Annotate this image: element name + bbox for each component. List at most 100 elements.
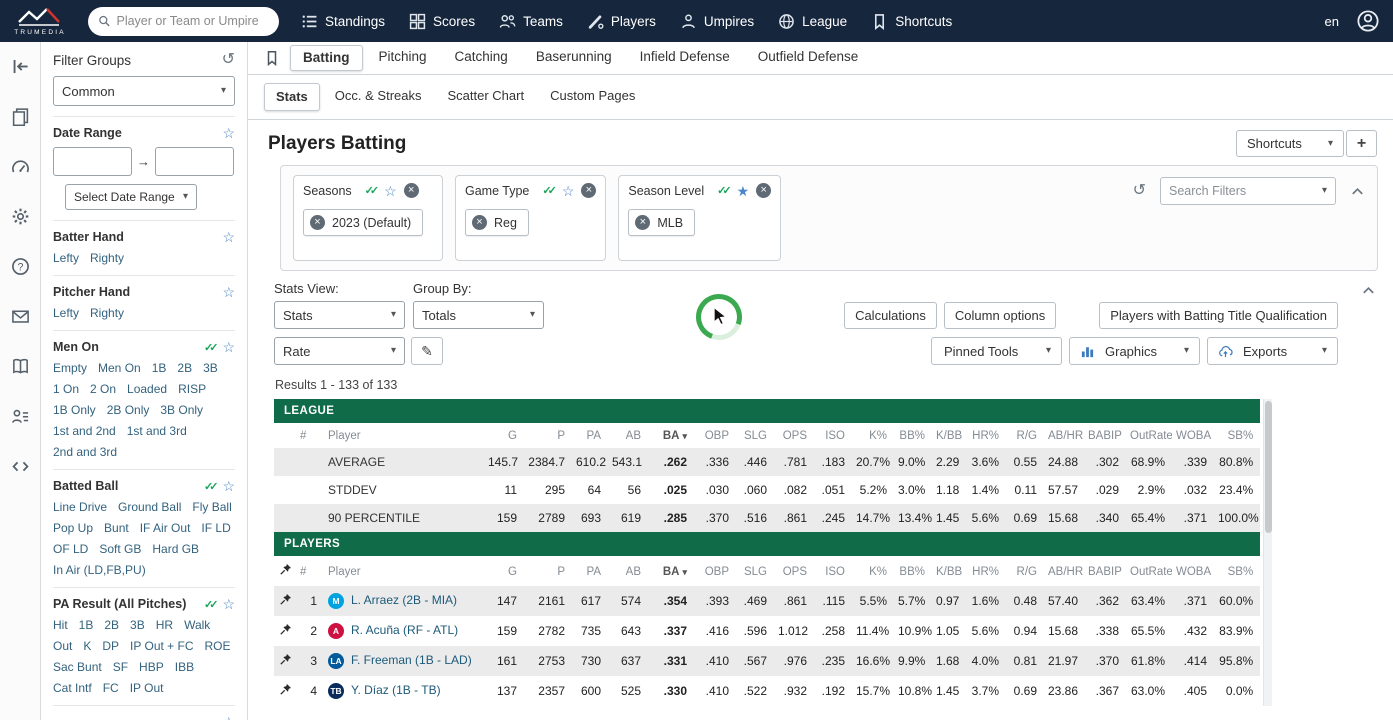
column-header-k[interactable]: K% [852,423,894,448]
subtab-custom-pages[interactable]: Custom Pages [539,83,646,111]
filter-option-righty[interactable]: Righty [90,251,124,265]
filter-option-hbp[interactable]: HBP [139,660,164,674]
graphics-button[interactable]: Graphics ▾ [1069,337,1200,365]
pin-icon[interactable] [279,683,292,696]
pinned-tools-button[interactable]: Pinned Tools ▾ [931,337,1062,365]
select-all-icon[interactable]: ✓✓ [542,184,557,197]
column-header-ab-hr[interactable]: AB/HR [1044,556,1084,586]
nav-item-league[interactable]: League [778,13,847,30]
group-by-select[interactable]: Totals ▾ [413,301,544,329]
filters-history-icon[interactable]: ↺ [1133,183,1146,199]
select-all-icon[interactable]: ✓✓ [204,480,222,493]
nav-item-scores[interactable]: Scores [409,13,475,30]
global-search[interactable] [88,6,279,36]
column-header-slg[interactable]: SLG [736,556,774,586]
column-header-ab-hr[interactable]: AB/HR [1044,423,1084,448]
nav-item-standings[interactable]: Standings [301,13,385,30]
filter-option-1b[interactable]: 1B [79,618,94,632]
column-header-outrate[interactable]: OutRate [1126,423,1172,448]
filter-option-fc[interactable]: FC [103,681,119,695]
column-header-ops[interactable]: OPS [774,556,814,586]
nav-item-teams[interactable]: Teams [499,13,563,30]
remove-chip-icon[interactable]: × [310,215,325,230]
filter-option-if-air-out[interactable]: IF Air Out [140,521,191,535]
filter-option-loaded[interactable]: Loaded [127,382,167,396]
player-link[interactable]: F. Freeman (1B - LAD) [351,653,472,667]
column-header-p[interactable]: P [524,423,572,448]
clear-group-icon[interactable]: × [756,183,772,198]
column-header-player[interactable]: Player [324,556,484,586]
mail-icon[interactable] [11,307,30,326]
row-pin[interactable] [274,676,296,706]
add-shortcut-button[interactable]: + [1346,130,1377,157]
filter-option-2nd-and-3rd[interactable]: 2nd and 3rd [53,445,117,459]
favorite-star-icon[interactable]: ☆ [384,184,397,198]
roster-icon[interactable] [11,407,30,426]
column-header-sb[interactable]: SB% [1214,556,1261,586]
edit-button[interactable]: ✎ [411,337,443,365]
column-header-obp[interactable]: OBP [694,423,736,448]
book-icon[interactable] [11,357,30,376]
column-header-g[interactable]: G [484,556,524,586]
filter-option-ip-out-fc[interactable]: IP Out + FC [130,639,193,653]
filter-option-bunt[interactable]: Bunt [104,521,129,535]
nav-item-players[interactable]: Players [587,13,656,30]
date-to-input[interactable] [155,147,234,176]
pin-column-header[interactable] [274,556,296,586]
column-header-woba[interactable]: WOBA [1172,423,1214,448]
favorite-star-icon[interactable]: ★ [737,184,750,198]
pin-icon[interactable] [279,593,292,606]
column-header-ab[interactable]: AB [608,423,648,448]
clear-group-icon[interactable]: × [581,183,597,198]
filter-option-righty[interactable]: Righty [90,306,124,320]
row-pin[interactable] [274,586,296,616]
collapse-panel-icon[interactable] [11,57,30,76]
column-header-babip[interactable]: BABIP [1084,423,1126,448]
filter-option-2-on[interactable]: 2 On [90,382,116,396]
favorite-star-icon[interactable]: ☆ [222,479,235,493]
filter-option-k[interactable]: K [83,639,91,653]
gear-icon[interactable] [11,207,30,226]
filter-option-out[interactable]: Out [53,639,72,653]
pages-icon[interactable] [11,107,30,126]
column-header-r-g[interactable]: R/G [1006,556,1044,586]
column-header-ops[interactable]: OPS [774,423,814,448]
column-header-iso[interactable]: ISO [814,423,852,448]
remove-chip-icon[interactable]: × [635,215,651,230]
column-header-ab[interactable]: AB [608,556,648,586]
tab-outfield-defense[interactable]: Outfield Defense [746,45,871,71]
column-header-pa[interactable]: PA [572,423,608,448]
date-range-select[interactable]: Select Date Range ▾ [65,184,197,210]
filter-option-ground-ball[interactable]: Ground Ball [118,500,181,514]
column-header-k[interactable]: K% [852,556,894,586]
filter-option-1st-and-2nd[interactable]: 1st and 2nd [53,424,116,438]
pin-icon[interactable] [279,623,292,636]
column-header-ba[interactable]: BA ▾ [648,423,694,448]
filter-option-hit[interactable]: Hit [53,618,68,632]
column-header-hr[interactable]: HR% [966,556,1006,586]
filter-option-1b-only[interactable]: 1B Only [53,403,96,417]
column-header-k-bb[interactable]: K/BB [932,556,966,586]
filter-option-ip-out[interactable]: IP Out [130,681,164,695]
help-icon[interactable]: ? [11,257,30,276]
filter-option-2b[interactable]: 2B [104,618,119,632]
filter-option-pop-up[interactable]: Pop Up [53,521,93,535]
favorite-star-icon[interactable]: ☆ [222,230,235,244]
column-header-bb[interactable]: BB% [894,423,932,448]
row-pin[interactable] [274,646,296,676]
filter-option-1-on[interactable]: 1 On [53,382,79,396]
filter-option-cat-intf[interactable]: Cat Intf [53,681,92,695]
column-header-obp[interactable]: OBP [694,556,736,586]
player-link[interactable]: R. Acuña (RF - ATL) [351,623,458,637]
filter-option-line-drive[interactable]: Line Drive [53,500,107,514]
column-header-outrate[interactable]: OutRate [1126,556,1172,586]
pin-icon[interactable] [279,653,292,666]
calculations-button[interactable]: Calculations [844,302,937,329]
column-header-bb[interactable]: BB% [894,556,932,586]
filter-option-2b-only[interactable]: 2B Only [107,403,150,417]
filter-option-1st-and-3rd[interactable]: 1st and 3rd [127,424,187,438]
column-header-babip[interactable]: BABIP [1084,556,1126,586]
collapse-filters-icon[interactable] [1350,184,1365,199]
code-icon[interactable] [11,457,30,476]
filter-option-hr[interactable]: HR [156,618,173,632]
